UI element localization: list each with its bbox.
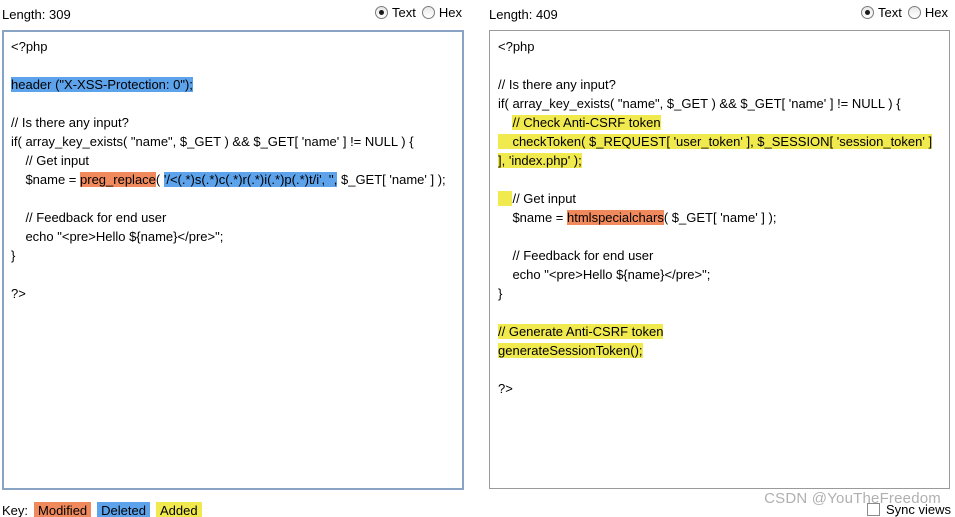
code-segment: // Is there any input? [11, 115, 129, 130]
code-line: <?php [498, 37, 941, 56]
right-mode-switch: Text Hex [861, 5, 948, 20]
code-segment-deleted: header ("X-XSS-Protection: 0"); [11, 77, 193, 92]
code-line: echo "<pre>Hello ${name}</pre>"; [498, 265, 941, 284]
code-segment: echo "<pre>Hello ${name}</pre>"; [498, 267, 711, 282]
code-line: // Is there any input? [11, 113, 455, 132]
code-segment: ( [155, 172, 164, 187]
left-toolbar: Length: 309 Text Hex [2, 0, 464, 28]
code-line: checkToken( $_REQUEST[ 'user_token' ], $… [498, 132, 941, 151]
code-segment: echo "<pre>Hello ${name}</pre>"; [11, 229, 224, 244]
code-segment: // Get input [11, 153, 90, 168]
code-segment: if( array_key_exists( "name", $_GET ) &&… [11, 134, 414, 149]
code-line: } [498, 284, 941, 303]
code-segment-added: ], 'index.php' ); [498, 153, 582, 168]
code-segment-modified: preg_replace [80, 172, 156, 187]
right-mode-hex-option[interactable]: Hex [907, 5, 948, 20]
code-line: ], 'index.php' ); [498, 151, 941, 170]
code-line: // Check Anti-CSRF token [498, 113, 941, 132]
right-text-label: Text [878, 5, 902, 20]
code-line: $name = htmlspecialchars( $_GET[ 'name' … [498, 208, 941, 227]
code-segment: $name = [498, 210, 568, 225]
code-segment: $name = [11, 172, 81, 187]
code-line: if( array_key_exists( "name", $_GET ) &&… [498, 94, 941, 113]
code-line: header ("X-XSS-Protection: 0"); [11, 75, 455, 94]
left-text-radio[interactable] [375, 6, 389, 19]
right-hex-label: Hex [924, 5, 948, 20]
sync-views-option[interactable]: Sync views [866, 502, 951, 517]
code-line: ?> [11, 284, 455, 303]
code-line: // Get input [498, 189, 941, 208]
right-toolbar: Length: 409 Text Hex [489, 0, 950, 28]
code-segment: <?php [11, 39, 48, 54]
key-label: Key: [2, 502, 29, 517]
legend-key: Key: Modified Deleted Added [2, 502, 202, 517]
code-segment-deleted: '/<(.*)s(.*)c(.*)r(.*)i(.*)p(.*)t/i', ''… [163, 172, 338, 187]
sync-views-checkbox[interactable] [866, 503, 880, 516]
code-segment: // Feedback for end user [498, 248, 654, 263]
code-segment: } [11, 248, 16, 263]
code-line: // Feedback for end user [11, 208, 455, 227]
code-line: generateSessionToken(); [498, 341, 941, 360]
code-segment-added: // Check Anti-CSRF token [512, 115, 661, 130]
key-modified: Modified [34, 502, 92, 517]
code-segment: // Get input [512, 191, 577, 206]
left-mode-text-option[interactable]: Text [375, 5, 416, 20]
left-hex-label: Hex [438, 5, 462, 20]
left-mode-hex-option[interactable]: Hex [421, 5, 462, 20]
code-segment-added: // Generate Anti-CSRF token [498, 324, 664, 339]
right-code-view[interactable]: <?php // Is there any input? if( array_key… [489, 30, 950, 489]
code-segment-added: generateSessionToken(); [498, 343, 643, 358]
right-mode-text-option[interactable]: Text [861, 5, 902, 20]
code-line: if( array_key_exists( "name", $_GET ) &&… [11, 132, 455, 151]
code-line: } [11, 246, 455, 265]
code-line: ?> [498, 379, 941, 398]
code-line: // Feedback for end user [498, 246, 941, 265]
diff-viewer: Length: 309 Text Hex <?php header ("X-XSS… [0, 0, 955, 517]
code-line: $name = preg_replace( '/<(.*)s(.*)c(.*)r… [11, 170, 455, 189]
right-length-label: Length: 409 [489, 7, 558, 22]
code-segment: ( $_GET[ 'name' ] ); [663, 210, 777, 225]
sync-views-label: Sync views [885, 502, 951, 517]
code-segment: if( array_key_exists( "name", $_GET ) &&… [498, 96, 901, 111]
key-deleted: Deleted [97, 502, 150, 517]
key-added: Added [155, 502, 202, 517]
code-line: // Is there any input? [498, 75, 941, 94]
code-line: // Get input [11, 151, 455, 170]
right-text-radio[interactable] [861, 6, 875, 19]
code-segment-added [498, 191, 513, 206]
code-segment-added: checkToken( $_REQUEST[ 'user_token' ], $… [498, 134, 933, 149]
code-line: <?php [11, 37, 455, 56]
left-mode-switch: Text Hex [375, 5, 462, 20]
code-segment: $_GET[ 'name' ] ); [337, 172, 446, 187]
left-code-view[interactable]: <?php header ("X-XSS-Protection: 0"); // I… [2, 30, 464, 490]
code-line: echo "<pre>Hello ${name}</pre>"; [11, 227, 455, 246]
code-line: // Generate Anti-CSRF token [498, 322, 941, 341]
left-text-label: Text [392, 5, 416, 20]
code-segment-modified: htmlspecialchars [567, 210, 664, 225]
code-segment: ?> [498, 381, 513, 396]
code-segment: <?php [498, 39, 535, 54]
left-hex-radio[interactable] [421, 6, 435, 19]
code-segment: ?> [11, 286, 26, 301]
right-pane: Length: 409 Text Hex <?php // Is there an… [489, 0, 950, 489]
left-pane: Length: 309 Text Hex <?php header ("X-XSS… [2, 0, 464, 490]
code-segment: } [498, 286, 503, 301]
left-length-label: Length: 309 [2, 7, 71, 22]
right-hex-radio[interactable] [907, 6, 921, 19]
code-segment: // Is there any input? [498, 77, 616, 92]
code-segment: // Feedback for end user [11, 210, 167, 225]
